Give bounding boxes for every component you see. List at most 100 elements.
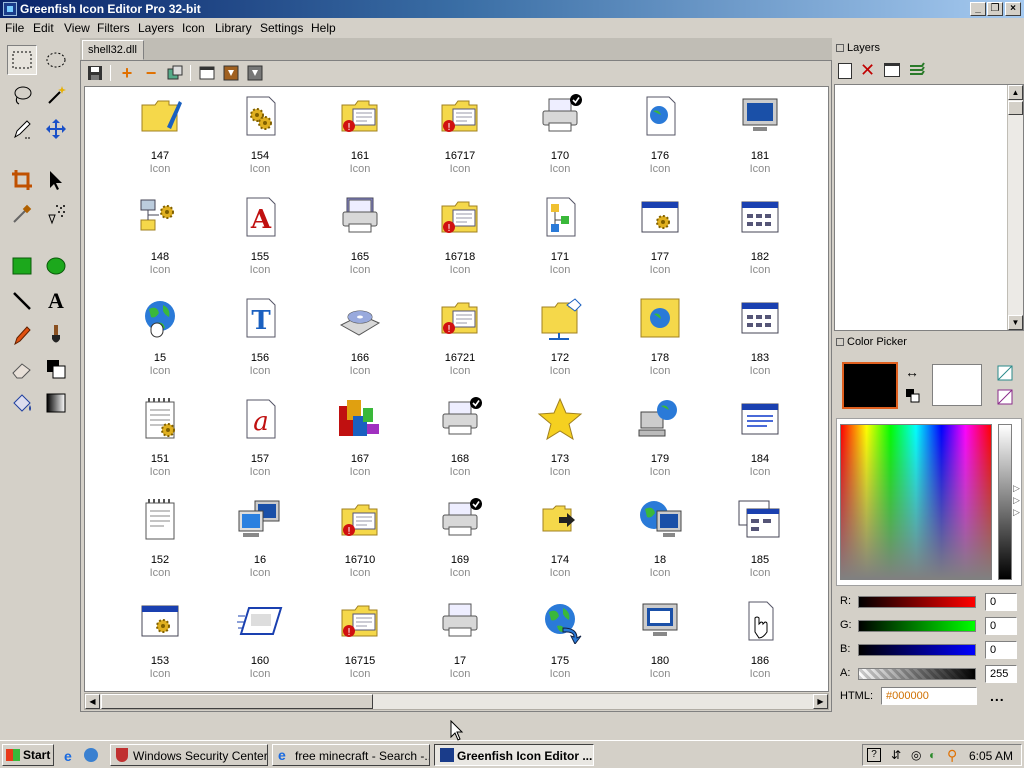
layers-scrollbar[interactable]: ▲ ▼	[1007, 85, 1023, 330]
rectangle-icon[interactable]	[7, 251, 37, 281]
icon-cell[interactable]: 176 Icon	[610, 87, 710, 188]
icon-cell[interactable]: 177 Icon	[610, 188, 710, 289]
icon-cell[interactable]: 179 Icon	[610, 390, 710, 491]
spray-icon[interactable]	[41, 199, 71, 229]
icon-cell[interactable]: 185 Icon	[710, 491, 810, 592]
task-greenfish[interactable]: Greenfish Icon Editor ...	[434, 744, 594, 766]
icon-cell[interactable]: 171 Icon	[510, 188, 610, 289]
icon-cell[interactable]: ! 16721 Icon	[410, 289, 510, 390]
green-slider[interactable]	[858, 620, 976, 632]
menu-library[interactable]: Library	[215, 21, 252, 35]
icon-library-view[interactable]: 147 Icon 154 Icon! 161 Icon! 16717 Icon 170 Icon 1…	[84, 86, 829, 692]
icon-cell[interactable]: 186 Icon	[710, 592, 810, 691]
ellipse-icon[interactable]	[41, 251, 71, 281]
delete-layer-icon[interactable]: ✕	[860, 60, 875, 81]
ie-quicklaunch-icon[interactable]: e	[64, 748, 72, 764]
remove-icon[interactable]: −	[142, 64, 160, 82]
icon-cell[interactable]: ! 16718 Icon	[410, 188, 510, 289]
icon-cell[interactable]: ! 16710 Icon	[310, 491, 410, 592]
close-button[interactable]: ×	[1005, 2, 1021, 16]
icon-cell[interactable]: 148 Icon	[110, 188, 210, 289]
search-tray-icon[interactable]: ⚲	[947, 747, 957, 764]
red-slider[interactable]	[858, 596, 976, 608]
primary-color-swatch[interactable]	[842, 362, 898, 409]
swap-colors-icon[interactable]: ↔	[905, 364, 919, 380]
scrollbar-thumb[interactable]	[101, 694, 373, 709]
more-button[interactable]: ...	[990, 688, 1005, 704]
icon-cell[interactable]: ! 161 Icon	[310, 87, 410, 188]
extract-icon[interactable]	[166, 64, 184, 82]
icon-cell[interactable]: 154 Icon	[210, 87, 310, 188]
ellipse-select-icon[interactable]	[41, 45, 71, 75]
crop-icon[interactable]	[7, 165, 37, 195]
new-layer-icon[interactable]	[838, 63, 852, 79]
hue-saturation-field[interactable]	[840, 424, 992, 580]
icon-cell[interactable]: 147 Icon	[110, 87, 210, 188]
icon-cell[interactable]: 165 Icon	[310, 188, 410, 289]
menu-help[interactable]: Help	[311, 21, 336, 35]
fill-bucket-icon[interactable]	[7, 388, 37, 418]
layers-scroll-down[interactable]: ▼	[1008, 315, 1023, 330]
minimize-button[interactable]: _	[970, 2, 986, 16]
color-replace-icon[interactable]	[41, 354, 71, 384]
icon-cell[interactable]: 15 Icon	[110, 289, 210, 390]
icon-cell[interactable]: 184 Icon	[710, 390, 810, 491]
icon-cell[interactable]: 172 Icon	[510, 289, 610, 390]
icon-cell[interactable]: 183 Icon	[710, 289, 810, 390]
icon-cell[interactable]: 153 Icon	[110, 592, 210, 691]
layers-list[interactable]: ▲ ▼	[834, 84, 1024, 331]
brush-icon[interactable]	[41, 320, 71, 350]
icon-cell[interactable]: a 157 Icon	[210, 390, 310, 491]
icon-cell[interactable]: 18 Icon	[610, 491, 710, 592]
move-icon[interactable]	[41, 114, 71, 144]
icon-cell[interactable]: 181 Icon	[710, 87, 810, 188]
maximize-button[interactable]: ❐	[987, 2, 1003, 16]
icon-cell[interactable]: 169 Icon	[410, 491, 510, 592]
layer-properties-icon[interactable]	[884, 63, 900, 77]
security-tray-icon[interactable]: ◐	[929, 748, 936, 762]
menu-settings[interactable]: Settings	[260, 21, 303, 35]
icon-cell[interactable]: 178 Icon	[610, 289, 710, 390]
tab-shell32[interactable]: shell32.dll	[82, 40, 144, 60]
icon-cell[interactable]: 168 Icon	[410, 390, 510, 491]
reset-colors-icon[interactable]	[905, 388, 921, 407]
merge-layers-icon[interactable]	[908, 62, 926, 81]
pointer-icon[interactable]	[41, 165, 71, 195]
layers-scroll-thumb[interactable]	[1008, 101, 1023, 115]
icon-cell[interactable]: ! 16715 Icon	[310, 592, 410, 691]
icon-cell[interactable]: 182 Icon	[710, 188, 810, 289]
icon-cell[interactable]: 17 Icon	[410, 592, 510, 691]
pencil-icon[interactable]	[7, 320, 37, 350]
import-icon[interactable]	[222, 64, 240, 82]
line-icon[interactable]	[7, 286, 37, 316]
icon-cell[interactable]: 151 Icon	[110, 390, 210, 491]
lasso-icon[interactable]	[7, 80, 37, 110]
text-icon[interactable]: A	[41, 286, 71, 316]
horizontal-scrollbar[interactable]: ◀ ▶	[84, 693, 829, 710]
window-icon[interactable]	[198, 64, 216, 82]
eyedropper-icon[interactable]	[7, 199, 37, 229]
invert-color-icon[interactable]	[997, 389, 1013, 408]
task-minecraft-search[interactable]: e free minecraft - Search -...	[272, 744, 430, 766]
transparent-color-icon[interactable]	[997, 365, 1013, 384]
menu-icon[interactable]: Icon	[182, 21, 205, 35]
volume-tray-icon[interactable]: ◎	[911, 748, 921, 762]
icon-cell[interactable]: 16 Icon	[210, 491, 310, 592]
export-icon[interactable]	[246, 64, 264, 82]
network-tray-icon[interactable]: ⇵	[891, 748, 901, 762]
eraser-icon[interactable]	[7, 354, 37, 384]
icon-cell[interactable]: 180 Icon	[610, 592, 710, 691]
start-button[interactable]: Start	[2, 744, 54, 766]
icon-cell[interactable]: 167 Icon	[310, 390, 410, 491]
icon-cell[interactable]: ! 16717 Icon	[410, 87, 510, 188]
scroll-right-button[interactable]: ▶	[813, 694, 828, 709]
menu-edit[interactable]: Edit	[33, 21, 54, 35]
menu-file[interactable]: File	[5, 21, 24, 35]
icon-cell[interactable]: 175 Icon	[510, 592, 610, 691]
layers-scroll-up[interactable]: ▲	[1008, 85, 1023, 100]
icon-cell[interactable]: 173 Icon	[510, 390, 610, 491]
icon-cell[interactable]: 170 Icon	[510, 87, 610, 188]
html-color-field[interactable]: #000000	[881, 687, 977, 705]
desktop-quicklaunch-icon[interactable]	[84, 748, 98, 762]
icon-cell[interactable]: 152 Icon	[110, 491, 210, 592]
